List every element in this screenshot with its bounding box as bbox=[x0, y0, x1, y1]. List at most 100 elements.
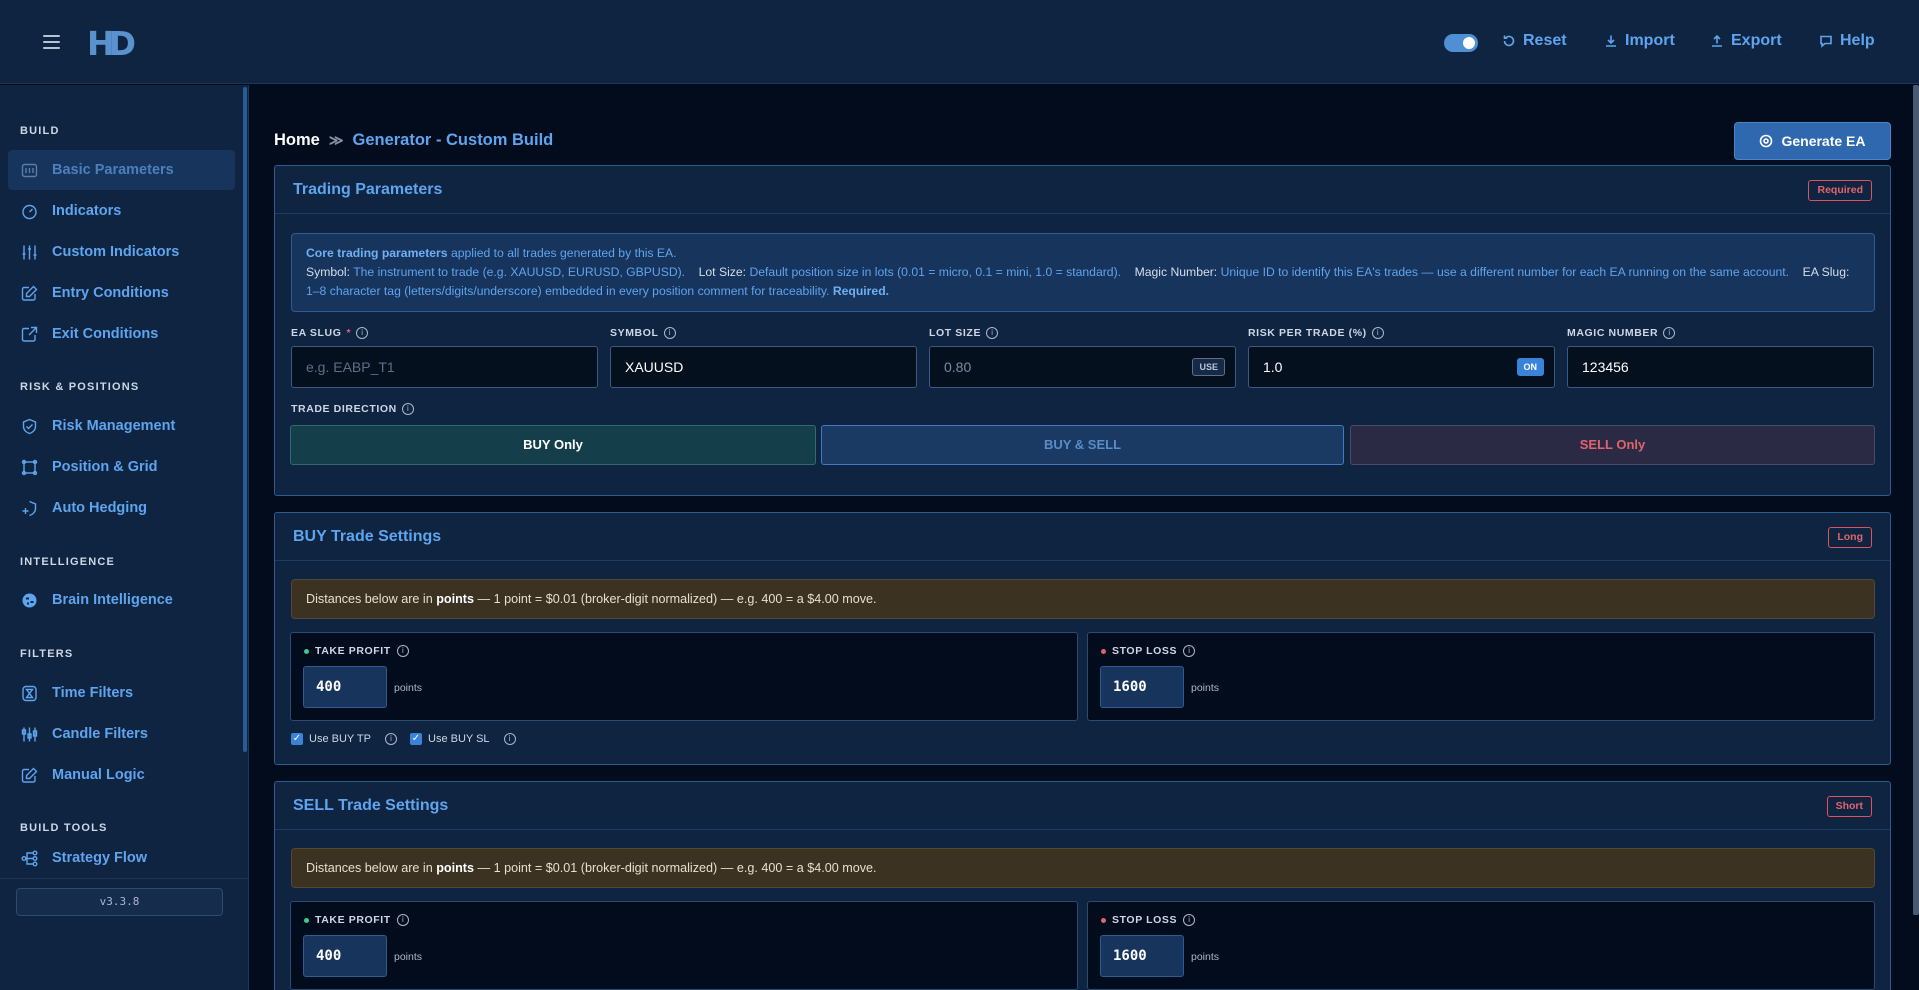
sidebar-item-label: Indicators bbox=[52, 203, 122, 219]
info-icon[interactable]: i bbox=[401, 403, 414, 415]
info-icon[interactable]: i bbox=[384, 733, 397, 745]
reset-label: Reset bbox=[1523, 32, 1567, 49]
info-lot-key: Lot Size: bbox=[698, 265, 747, 279]
section-title-risk: RISK & POSITIONS bbox=[20, 381, 140, 393]
reset-button[interactable]: Reset bbox=[1502, 32, 1567, 50]
ea-slug-label: EA SLUG * i bbox=[291, 327, 369, 339]
info-icon[interactable]: i bbox=[1663, 327, 1676, 339]
sell-only-button[interactable]: SELL Only bbox=[1350, 425, 1875, 465]
required-badge: Required bbox=[1808, 180, 1872, 201]
info-slug-key: EA Slug: bbox=[1802, 265, 1850, 279]
sell-take-profit-card: TAKE PROFIT i 400 points bbox=[290, 901, 1078, 990]
info-slug-desc: 1–8 character tag (letters/digits/unders… bbox=[306, 284, 830, 298]
candles-icon bbox=[21, 727, 38, 741]
info-icon[interactable]: i bbox=[1183, 914, 1196, 926]
theme-toggle[interactable] bbox=[1444, 34, 1478, 52]
symbol-label: SYMBOL i bbox=[610, 327, 676, 339]
use-buy-sl-checkbox[interactable]: ✓ Use BUY SL i bbox=[410, 733, 516, 745]
sidebar-scrollbar[interactable] bbox=[243, 87, 247, 752]
points-note: Distances below are in points — 1 point … bbox=[291, 579, 1875, 619]
export-button[interactable]: Export bbox=[1710, 32, 1782, 50]
long-badge: Long bbox=[1828, 527, 1872, 548]
sidebar-item-label: Exit Conditions bbox=[52, 326, 159, 342]
lot-size-input[interactable]: 0.80 USE bbox=[929, 346, 1236, 388]
checkbox-check-icon[interactable]: ✓ bbox=[410, 733, 422, 745]
sidebar: BUILD Basic Parameters Indicators Custom… bbox=[0, 85, 249, 990]
info-icon[interactable]: i bbox=[1183, 645, 1196, 657]
sidebar-item-entry-conditions[interactable]: Entry Conditions bbox=[8, 273, 235, 313]
gauge-icon bbox=[22, 204, 37, 219]
panel-title: BUY Trade Settings bbox=[293, 528, 442, 545]
version-badge: v3.3.8 bbox=[16, 888, 223, 916]
menu-icon[interactable] bbox=[43, 35, 60, 49]
generate-ea-button[interactable]: Generate EA bbox=[1734, 122, 1891, 160]
lot-size-use-toggle[interactable]: USE bbox=[1192, 358, 1225, 376]
info-icon[interactable]: i bbox=[1371, 327, 1384, 339]
magic-number-input[interactable]: 123456 bbox=[1567, 346, 1874, 388]
upload-icon bbox=[1712, 34, 1722, 47]
help-button[interactable]: Help bbox=[1819, 32, 1875, 50]
take-profit-label: TAKE PROFIT i bbox=[304, 914, 409, 926]
unit-label: points bbox=[1191, 682, 1220, 694]
sidebar-item-brain-intelligence[interactable]: Brain Intelligence bbox=[8, 580, 235, 620]
info-icon[interactable]: i bbox=[356, 327, 369, 339]
sidebar-item-label: Risk Management bbox=[52, 418, 176, 434]
app-logo[interactable]: HD bbox=[87, 24, 136, 63]
sidebar-item-auto-hedging[interactable]: Auto Hedging bbox=[8, 488, 235, 528]
sidebar-item-custom-indicators[interactable]: Custom Indicators bbox=[8, 232, 235, 272]
sidebar-item-label: Custom Indicators bbox=[52, 244, 180, 260]
import-button[interactable]: Import bbox=[1604, 32, 1675, 50]
use-buy-tp-checkbox[interactable]: ✓ Use BUY TP i bbox=[291, 733, 397, 745]
sell-take-profit-input[interactable]: 400 bbox=[303, 935, 387, 977]
lot-size-value: 0.80 bbox=[944, 359, 972, 375]
note-bold: points bbox=[436, 861, 474, 875]
info-icon[interactable]: i bbox=[503, 733, 516, 745]
sidebar-item-strategy-flow[interactable]: Strategy Flow bbox=[8, 847, 235, 877]
adjustments-icon bbox=[22, 245, 37, 259]
sidebar-item-basic-parameters[interactable]: Basic Parameters bbox=[8, 150, 235, 190]
required-mark: * bbox=[346, 327, 352, 339]
shield-check-icon bbox=[22, 418, 37, 434]
main-scrollbar[interactable] bbox=[1913, 85, 1919, 915]
sidebar-item-label: Brain Intelligence bbox=[52, 592, 173, 608]
symbol-input[interactable]: XAUUSD bbox=[610, 346, 917, 388]
breadcrumb-home[interactable]: Home bbox=[274, 131, 320, 150]
sidebar-item-exit-conditions[interactable]: Exit Conditions bbox=[8, 314, 235, 354]
info-icon[interactable]: i bbox=[663, 327, 676, 339]
info-icon[interactable]: i bbox=[986, 327, 999, 339]
sell-stop-loss-input[interactable]: 1600 bbox=[1100, 935, 1184, 977]
magic-label-text: MAGIC NUMBER bbox=[1567, 327, 1659, 339]
sidebar-item-indicators[interactable]: Indicators bbox=[8, 191, 235, 231]
panel-title: SELL Trade Settings bbox=[293, 797, 449, 814]
points-note: Distances below are in points — 1 point … bbox=[291, 848, 1875, 888]
sidebar-item-position-grid[interactable]: Position & Grid bbox=[8, 447, 235, 487]
buy-stop-loss-input[interactable]: 1600 bbox=[1100, 666, 1184, 708]
note-post: — 1 point = $0.01 (broker-digit normaliz… bbox=[473, 861, 877, 875]
lot-size-label-text: LOT SIZE bbox=[929, 327, 982, 339]
sidebar-item-risk-management[interactable]: Risk Management bbox=[8, 406, 235, 446]
ea-slug-input[interactable]: e.g. EABP_T1 bbox=[291, 346, 598, 388]
sidebar-item-manual-logic[interactable]: Manual Logic bbox=[8, 755, 235, 795]
sidebar-item-time-filters[interactable]: Time Filters bbox=[8, 673, 235, 713]
info-icon[interactable]: i bbox=[396, 914, 409, 926]
info-lead-rest: applied to all trades generated by this … bbox=[447, 246, 677, 260]
brain-icon bbox=[22, 593, 37, 607]
buy-take-profit-input[interactable]: 400 bbox=[303, 666, 387, 708]
info-lead: Core trading parameters bbox=[306, 246, 448, 260]
take-profit-label: TAKE PROFIT i bbox=[304, 645, 409, 657]
sidebar-item-candle-filters[interactable]: Candle Filters bbox=[8, 714, 235, 754]
risk-on-toggle[interactable]: ON bbox=[1516, 358, 1544, 376]
import-label: Import bbox=[1625, 32, 1675, 49]
pencil-icon bbox=[21, 767, 38, 783]
buy-sell-button[interactable]: BUY & SELL bbox=[821, 425, 1344, 465]
sidebar-item-label: Basic Parameters bbox=[52, 162, 174, 178]
info-icon[interactable]: i bbox=[396, 645, 409, 657]
buy-only-button[interactable]: BUY Only bbox=[290, 425, 816, 465]
unit-label: points bbox=[394, 951, 423, 963]
checkbox-check-icon[interactable]: ✓ bbox=[291, 733, 303, 745]
info-symbol-desc: The instrument to trade (e.g. XAUUSD, EU… bbox=[350, 265, 686, 279]
gear-icon bbox=[1760, 134, 1773, 148]
note-bold: points bbox=[436, 592, 474, 606]
edit-icon bbox=[21, 285, 38, 301]
risk-per-trade-input[interactable]: 1.0 ON bbox=[1248, 346, 1555, 388]
